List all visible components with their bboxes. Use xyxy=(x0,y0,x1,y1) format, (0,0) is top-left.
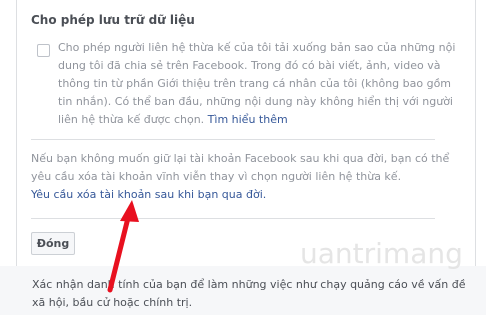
watermark: uantrimang xyxy=(300,237,463,270)
divider xyxy=(31,139,435,140)
allow-data-download-checkbox[interactable] xyxy=(37,44,50,57)
arrow-head xyxy=(120,200,139,222)
checkbox-description: Cho phép người liên hệ thừa kế của tôi t… xyxy=(58,39,468,129)
red-arrow-annotation xyxy=(107,200,139,293)
section-title: Cho phép lưu trữ dữ liệu xyxy=(31,13,195,27)
learn-more-link[interactable]: Tìm hiểu thêm xyxy=(208,113,288,126)
footer-text: Xác nhận danh tính của bạn để làm những … xyxy=(32,278,466,309)
request-delete-account-link[interactable]: Yêu cầu xóa tài khoản sau khi bạn qua đờ… xyxy=(31,188,266,201)
delete-account-section: Nếu bạn không muốn giữ lại tài khoản Fac… xyxy=(31,150,467,204)
close-button[interactable]: Đóng xyxy=(31,232,75,255)
watermark-text: uantrimang xyxy=(300,237,463,270)
arrow-shaft xyxy=(107,211,132,293)
divider xyxy=(31,218,435,219)
delete-account-text: Nếu bạn không muốn giữ lại tài khoản Fac… xyxy=(31,152,450,183)
